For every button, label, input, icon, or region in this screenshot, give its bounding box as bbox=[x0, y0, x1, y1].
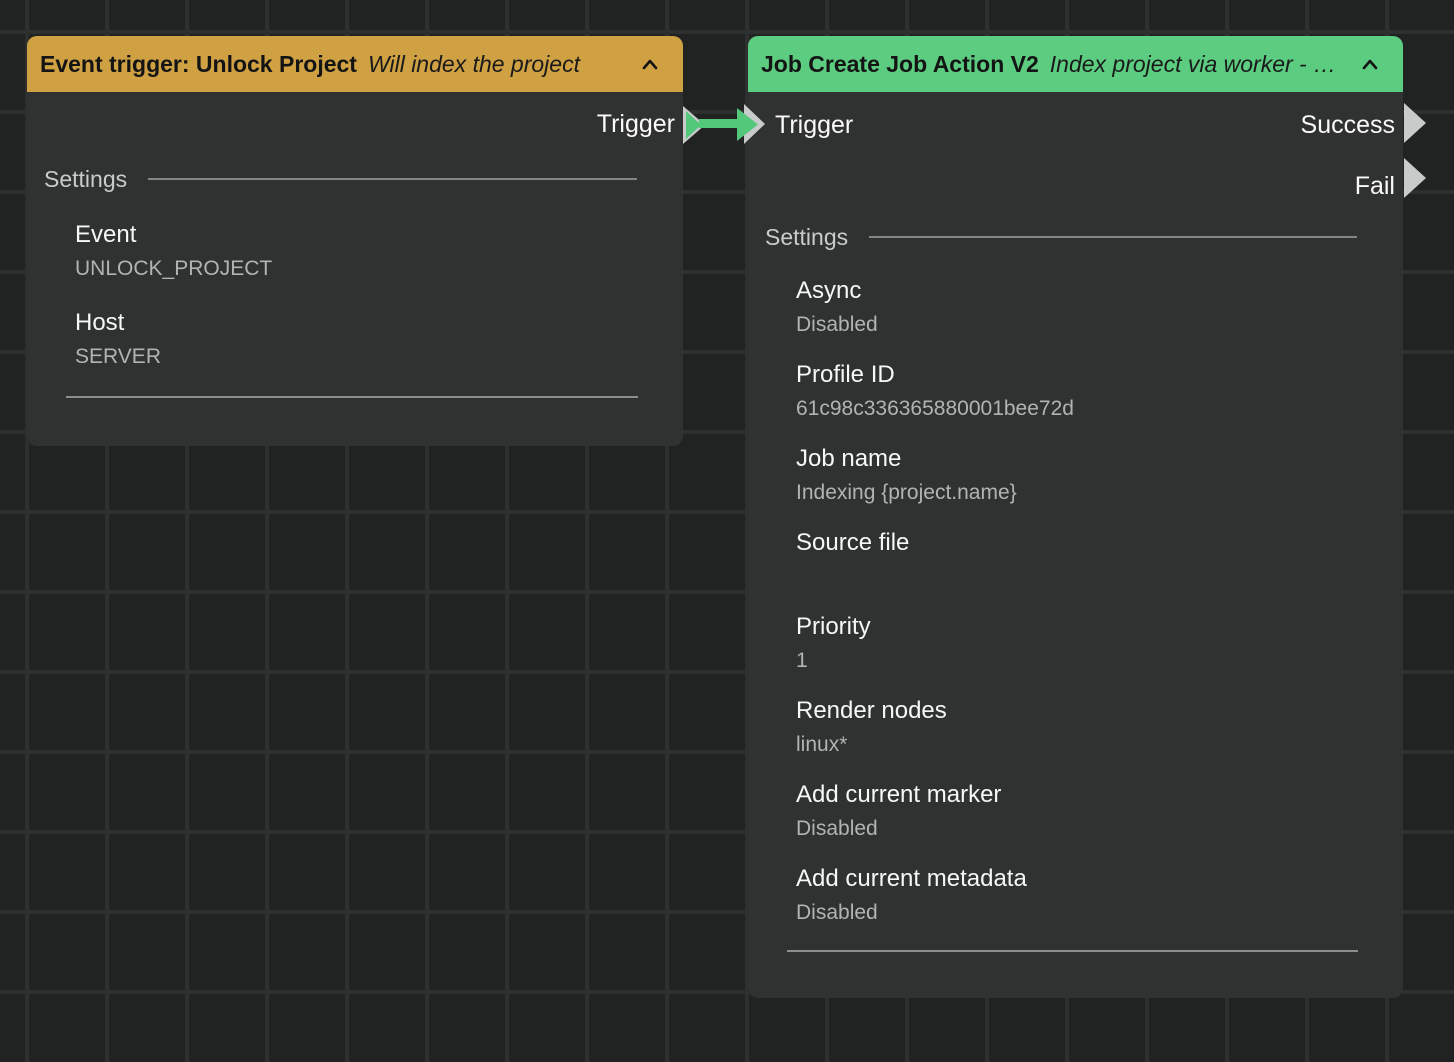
chevron-up-icon[interactable] bbox=[630, 59, 658, 70]
workflow-canvas[interactable]: Event trigger: Unlock Project Will index… bbox=[0, 0, 1454, 1062]
field-value: Disabled bbox=[796, 816, 1403, 842]
node-body: Trigger Success Fail Settings Async Disa… bbox=[748, 92, 1403, 998]
settings-section-header: Settings bbox=[748, 222, 1403, 252]
port-row-fail: Fail bbox=[748, 158, 1403, 214]
field-add-current-marker: Add current marker Disabled bbox=[796, 780, 1403, 842]
output-port-label-fail: Fail bbox=[1355, 172, 1403, 201]
field-value: Indexing {project.name} bbox=[796, 480, 1403, 506]
output-port-label-success: Success bbox=[1301, 111, 1403, 140]
field-label: Priority bbox=[796, 612, 1403, 642]
field-value: linux* bbox=[796, 732, 1403, 758]
field-label: Add current marker bbox=[796, 780, 1403, 810]
node-subtitle: Index project via worker - … bbox=[1050, 51, 1336, 78]
settings-rule bbox=[148, 178, 637, 180]
node-job-action-header[interactable]: Job Create Job Action V2 Index project v… bbox=[748, 36, 1403, 92]
settings-rule bbox=[869, 236, 1357, 238]
field-add-current-metadata: Add current metadata Disabled bbox=[796, 864, 1403, 926]
node-event-trigger-header[interactable]: Event trigger: Unlock Project Will index… bbox=[27, 36, 683, 92]
node-title: Job Create Job Action V2 bbox=[761, 51, 1039, 78]
field-event: Event UNLOCK_PROJECT bbox=[75, 220, 683, 282]
field-label: Profile ID bbox=[796, 360, 1403, 390]
node-title: Event trigger: Unlock Project bbox=[40, 51, 357, 78]
field-label: Source file bbox=[796, 528, 1403, 558]
field-value bbox=[796, 564, 1403, 590]
field-value: SERVER bbox=[75, 344, 683, 370]
output-port-label-trigger: Trigger bbox=[597, 110, 675, 139]
success-output-port[interactable] bbox=[1404, 103, 1426, 143]
settings-fields: Event UNLOCK_PROJECT Host SERVER bbox=[27, 220, 683, 370]
node-subtitle: Will index the project bbox=[368, 51, 580, 78]
field-label: Render nodes bbox=[796, 696, 1403, 726]
field-label: Event bbox=[75, 220, 683, 250]
field-value: 61c98c336365880001bee72d bbox=[796, 396, 1403, 422]
field-label: Host bbox=[75, 308, 683, 338]
settings-fields: Async Disabled Profile ID 61c98c33636588… bbox=[748, 276, 1403, 926]
field-label: Add current metadata bbox=[796, 864, 1403, 894]
settings-label: Settings bbox=[765, 224, 848, 251]
field-value: Disabled bbox=[796, 900, 1403, 926]
field-job-name: Job name Indexing {project.name} bbox=[796, 444, 1403, 506]
settings-section-header: Settings bbox=[27, 164, 683, 194]
field-label: Async bbox=[796, 276, 1403, 306]
field-async: Async Disabled bbox=[796, 276, 1403, 338]
field-host: Host SERVER bbox=[75, 308, 683, 370]
port-row-trigger-success: Trigger Success bbox=[748, 92, 1403, 158]
field-priority: Priority 1 bbox=[796, 612, 1403, 674]
output-port-row: Trigger bbox=[27, 92, 683, 156]
node-job-create-job-action[interactable]: Job Create Job Action V2 Index project v… bbox=[748, 36, 1403, 998]
field-value: 1 bbox=[796, 648, 1403, 674]
chevron-up-icon[interactable] bbox=[1350, 59, 1378, 70]
field-value: UNLOCK_PROJECT bbox=[75, 256, 683, 282]
field-profile-id: Profile ID 61c98c336365880001bee72d bbox=[796, 360, 1403, 422]
settings-label: Settings bbox=[44, 166, 127, 193]
field-value: Disabled bbox=[796, 312, 1403, 338]
node-body: Trigger Settings Event UNLOCK_PROJECT Ho… bbox=[27, 92, 683, 446]
field-label: Job name bbox=[796, 444, 1403, 474]
node-event-trigger[interactable]: Event trigger: Unlock Project Will index… bbox=[27, 36, 683, 446]
field-source-file: Source file bbox=[796, 528, 1403, 590]
fail-output-port[interactable] bbox=[1404, 158, 1426, 198]
field-render-nodes: Render nodes linux* bbox=[796, 696, 1403, 758]
